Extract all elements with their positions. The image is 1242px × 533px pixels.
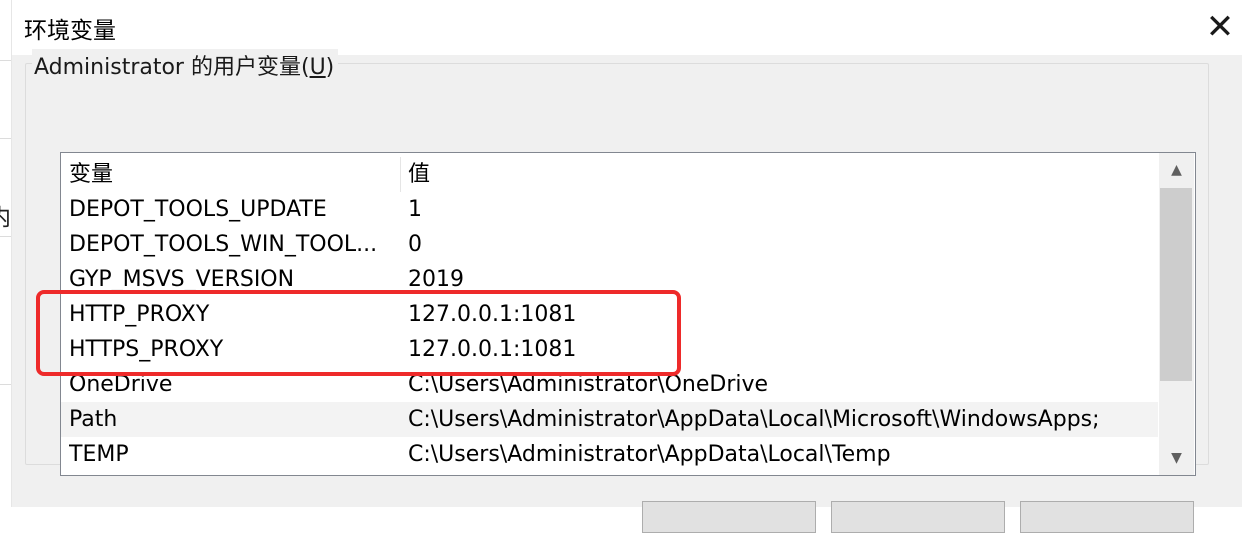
title-bar: 环境变量 ✕ (12, 0, 1242, 55)
chevron-down-icon: ▼ (1171, 450, 1182, 466)
variable-name: HTTPS_PROXY (69, 337, 224, 362)
variable-name: HTTP_PROXY (69, 302, 210, 327)
variable-value: 2019 (408, 267, 464, 292)
variable-name: DEPOT_TOOLS_UPDATE (69, 197, 327, 222)
variable-name: TEMP (69, 442, 129, 467)
scrollbar-thumb[interactable] (1160, 188, 1192, 381)
scroll-up-button[interactable]: ▲ (1159, 153, 1194, 187)
table-row[interactable]: HTTPS_PROXY 127.0.0.1:1081 (61, 332, 1158, 367)
variable-value: 1 (408, 197, 422, 222)
window-title: 环境变量 (24, 18, 116, 44)
variable-value: 0 (408, 232, 422, 257)
variable-value: 127.0.0.1:1081 (408, 302, 577, 327)
close-button[interactable]: ✕ (1197, 5, 1242, 49)
background-divider (0, 138, 11, 139)
close-icon: ✕ (1205, 7, 1235, 47)
user-variables-list[interactable]: 变量 值 DEPOT_TOOLS_UPDATE 1 DEPOT_TOOLS_WI… (60, 152, 1196, 476)
variable-name: DEPOT_TOOLS_WIN_TOOL... (69, 232, 378, 257)
column-header-variable[interactable]: 变量 (69, 157, 399, 192)
scroll-down-button[interactable]: ▼ (1159, 441, 1194, 475)
table-row[interactable]: GYP_MSVS_VERSION 2019 (61, 262, 1158, 297)
edit-button[interactable] (831, 501, 1005, 533)
table-row[interactable]: OneDrive C:\Users\Administrator\OneDrive (61, 367, 1158, 402)
variable-value: C:\Users\Administrator\OneDrive (408, 372, 769, 397)
chevron-up-icon: ▲ (1171, 162, 1182, 178)
table-row-selected[interactable]: Path C:\Users\Administrator\AppData\Loca… (61, 402, 1158, 437)
delete-button[interactable] (1020, 501, 1194, 533)
variable-name: GYP_MSVS_VERSION (69, 267, 295, 292)
new-button[interactable] (642, 501, 816, 533)
user-variables-label: Administrator 的用户变量(U) (32, 49, 339, 81)
group-label-suffix: ) (325, 55, 335, 80)
background-divider (0, 236, 11, 237)
group-label-prefix: Administrator 的用户变量( (34, 55, 310, 80)
variable-value: C:\Users\Administrator\AppData\Local\Mic… (408, 407, 1100, 432)
vertical-scrollbar[interactable]: ▲ ▼ (1159, 153, 1194, 475)
group-label-accelerator: U (309, 55, 326, 80)
table-row[interactable]: DEPOT_TOOLS_WIN_TOOL... 0 (61, 227, 1158, 262)
background-divider (0, 60, 11, 61)
table-row[interactable]: DEPOT_TOOLS_UPDATE 1 (61, 192, 1158, 227)
variable-value: 127.0.0.1:1081 (408, 337, 577, 362)
table-row[interactable]: TEMP C:\Users\Administrator\AppData\Loca… (61, 437, 1158, 472)
list-header: 变量 值 (61, 157, 1158, 192)
table-row[interactable]: HTTP_PROXY 127.0.0.1:1081 (61, 297, 1158, 332)
variable-name: Path (69, 407, 118, 432)
variable-name: OneDrive (69, 372, 173, 397)
background-window-edge: 内 (0, 0, 12, 507)
column-separator[interactable] (400, 157, 401, 192)
background-divider (0, 384, 11, 385)
background-window-text: 内 (0, 198, 11, 232)
column-header-value[interactable]: 值 (408, 157, 1158, 192)
variable-value: C:\Users\Administrator\AppData\Local\Tem… (408, 442, 891, 467)
